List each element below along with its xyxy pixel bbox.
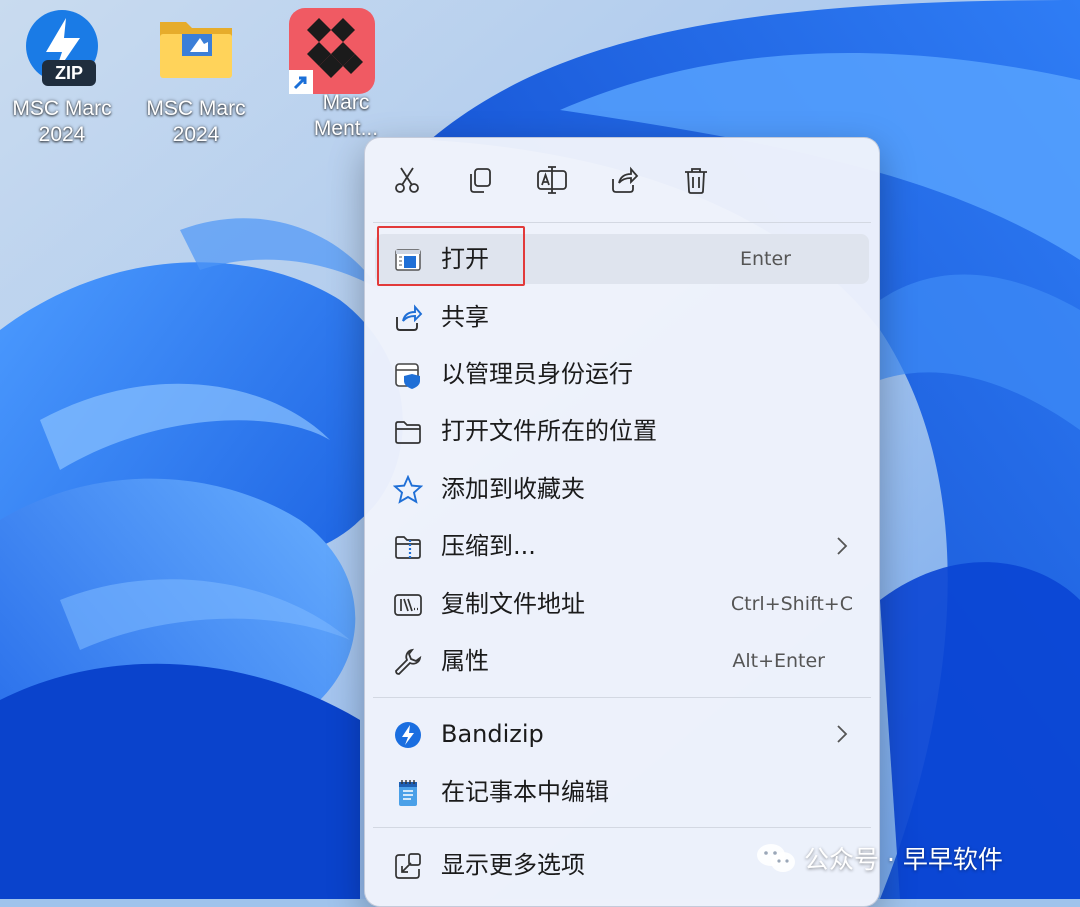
wrench-icon [395,648,422,675]
menu-separator [373,827,871,828]
menu-item-label: 显示更多选项 [441,851,585,879]
zip-folder-icon [395,536,421,559]
notepad-icon [399,780,417,806]
menu-item-open-file-location[interactable]: 打开文件所在的位置 [375,406,869,456]
highlight-annotation-box [377,226,525,286]
copy-icon [470,168,491,193]
trash-icon [685,168,707,194]
star-icon [393,475,423,504]
copy-path-icon [394,594,422,616]
watermark-text: 公众号 · 早早软件 [804,845,1003,874]
share-button[interactable] [604,160,644,200]
cut-button[interactable] [387,160,427,200]
run-as-admin-shield-icon [395,363,420,389]
menu-item-compress-to[interactable]: 压缩到... [375,521,869,571]
menu-item-label: 压缩到... [441,532,536,560]
desktop-icon-label: MSC Marc 2024 [12,97,112,146]
zip-badge-text: ZIP [55,63,83,83]
menu-separator [373,222,871,223]
menu-item-label: 复制文件地址 [441,590,585,618]
folder-icon [160,22,232,78]
delete-button[interactable] [676,160,716,200]
share-icon [396,304,423,331]
wechat-icon [757,844,795,872]
bandizip-icon [395,722,421,748]
menu-item-label: 打开文件所在的位置 [441,417,657,445]
menu-item-label: 在记事本中编辑 [441,778,609,806]
context-menu-toolbar [365,138,879,222]
desktop-icon-msc-marc-zip[interactable]: ZIP MSC Marc 2024 [0,8,124,148]
marc-mentat-shortcut-icon [289,8,375,94]
desktop-icon-msc-marc-folder[interactable]: MSC Marc 2024 [134,8,258,148]
menu-item-label: 属性 [441,647,489,675]
menu-item-label: Bandizip [441,720,544,748]
menu-item-label: 以管理员身份运行 [441,360,633,388]
menu-item-share[interactable]: 共享 [375,292,869,342]
desktop-icon-marc-mentat-shortcut[interactable]: Marc Ment... [269,8,393,142]
menu-item-edit-in-notepad[interactable]: 在记事本中编辑 [375,767,869,817]
menu-item-add-to-favorites[interactable]: 添加到收藏夹 [375,464,869,514]
menu-item-run-as-admin[interactable]: 以管理员身份运行 [375,349,869,399]
menu-item-shortcut: Ctrl+Shift+C [730,593,853,615]
menu-separator [373,697,871,698]
folder-open-icon [395,421,421,444]
desktop-icon-label: Marc Ment... [313,91,379,140]
menu-item-bandizip[interactable]: Bandizip [375,709,869,759]
chevron-right-icon [837,537,848,555]
show-more-icon [395,853,421,879]
menu-item-copy-path[interactable]: 复制文件地址 Ctrl+Shift+C [375,579,869,629]
menu-item-shortcut: Alt+Enter [732,650,825,672]
menu-item-label: 共享 [441,303,489,331]
rename-icon [537,166,567,194]
watermark: 公众号 · 早早软件 [756,838,1003,878]
copy-button[interactable] [460,160,500,200]
bandizip-zip-icon: ZIP [26,10,98,86]
share-icon [612,166,639,193]
menu-item-shortcut: Enter [740,248,791,270]
scissors-icon [395,167,419,193]
menu-item-label: 添加到收藏夹 [441,475,585,503]
menu-item-properties[interactable]: 属性 Alt+Enter [375,636,869,686]
chevron-right-icon [837,725,848,743]
rename-button[interactable] [532,160,572,200]
desktop-icon-label: MSC Marc 2024 [146,97,246,146]
